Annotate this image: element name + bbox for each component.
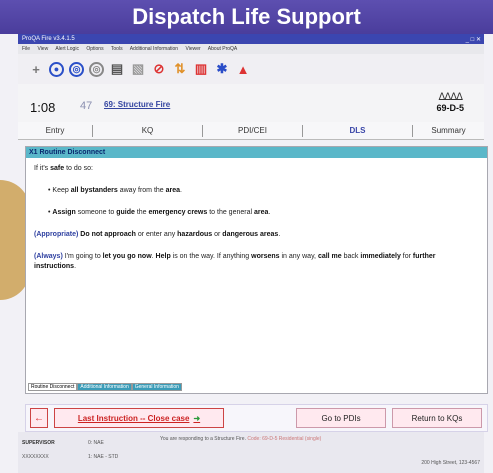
star-icon[interactable]: ✱ <box>214 61 230 77</box>
circle-gray2-icon[interactable]: ◎ <box>89 61 104 77</box>
elapsed-time: 1:08 <box>30 100 56 115</box>
circle-gray-icon[interactable]: ◎ <box>69 61 84 77</box>
tab-dls[interactable]: DLS <box>303 124 413 137</box>
menu-bar: File View Alert Logic Options Tools Addi… <box>18 44 484 54</box>
last-instruction-label: Last Instruction -- Close case <box>77 413 190 423</box>
transfer-icon[interactable]: ⇅ <box>172 61 188 77</box>
subtab-routine-disconnect[interactable]: Routine Disconnect <box>28 383 78 391</box>
chief-complaint-link[interactable]: 69: Structure Fire <box>104 100 170 109</box>
panel-header: X1 Routine Disconnect <box>26 147 487 158</box>
instruction-bullet-2: • Assign someone to guide the emergency … <box>48 209 271 216</box>
instruction-intro: If it's safe to do so: <box>34 165 93 172</box>
menu-file[interactable]: File <box>22 46 30 52</box>
tab-pdi-cei[interactable]: PDI/CEI <box>203 124 303 137</box>
status-bar: SUPERVISOR XXXXXXXX 0: NAE 1: NAE - STD … <box>18 432 484 473</box>
last-instruction-button[interactable]: Last Instruction -- Close case ➜ <box>54 408 224 428</box>
menu-tools[interactable]: Tools <box>111 46 123 52</box>
menu-alert-logic[interactable]: Alert Logic <box>55 46 79 52</box>
channel-1: 0: NAE <box>88 440 104 446</box>
subtab-general-info[interactable]: General Information <box>131 383 182 391</box>
determinant-level-icon: ᐃᐃᐃᐃ <box>438 92 463 103</box>
app-banner: Dispatch Life Support <box>0 0 493 34</box>
back-button[interactable]: ← <box>30 408 48 428</box>
flag-icon[interactable]: ▲ <box>235 61 251 77</box>
tab-kq[interactable]: KQ <box>93 124 203 137</box>
determinant-code: 69-D-5 <box>436 103 464 113</box>
address-text: 200 High Street, 123-4567 <box>421 460 480 466</box>
menu-about[interactable]: About ProQA <box>208 46 237 52</box>
tab-summary[interactable]: Summary <box>413 125 484 137</box>
document-icon[interactable]: ▤ <box>109 61 125 77</box>
window-titlebar: ProQA Fire v3.4.1.5 _ □ ✕ <box>18 34 484 44</box>
circle-blue-icon[interactable]: ● <box>49 61 64 77</box>
building-icon[interactable]: ▥ <box>193 61 209 77</box>
channel-2: 1: NAE - STD <box>88 454 119 460</box>
instruction-always: (Always) I'm going to let you go now. He… <box>34 253 436 270</box>
determinant-box: ᐃᐃᐃᐃ 69-D-5 <box>436 92 464 113</box>
user-id: XXXXXXXX <box>22 454 49 460</box>
menu-additional-info[interactable]: Additional Information <box>130 46 178 52</box>
action-bar: ← Last Instruction -- Close case ➜ Go to… <box>25 404 488 432</box>
panel-subtabs: Routine Disconnect Additional Informatio… <box>28 383 182 391</box>
arrow-right-icon: ➜ <box>193 413 201 423</box>
tab-entry[interactable]: Entry <box>18 124 93 137</box>
status-message: You are responding to a Structure Fire. … <box>160 436 322 442</box>
case-info-bar: 1:08 47 69: Structure Fire ᐃᐃᐃᐃ 69-D-5 <box>18 84 484 122</box>
instruction-appropriate: (Appropriate) Do not approach or enter a… <box>34 231 281 238</box>
plus-icon[interactable]: + <box>28 61 44 77</box>
window-title: ProQA Fire v3.4.1.5 <box>22 36 75 42</box>
main-tabs: Entry KQ PDI/CEI DLS Summary <box>18 122 484 140</box>
toolbar: + ● ◎ ◎ ▤ ▧ ⊘ ⇅ ▥ ✱ ▲ <box>18 54 484 84</box>
stop-icon[interactable]: ⊘ <box>151 61 167 77</box>
instruction-bullet-1: • Keep all bystanders away from the area… <box>48 187 182 194</box>
menu-options[interactable]: Options <box>86 46 103 52</box>
instructions-content: If it's safe to do so: • Keep all bystan… <box>26 158 487 290</box>
menu-viewer[interactable]: Viewer <box>185 46 200 52</box>
user-role: SUPERVISOR <box>22 440 55 446</box>
clipboard-icon[interactable]: ▧ <box>130 61 146 77</box>
case-number: 47 <box>80 100 93 112</box>
dls-panel: X1 Routine Disconnect If it's safe to do… <box>25 146 488 394</box>
return-to-kqs-button[interactable]: Return to KQs <box>392 408 482 428</box>
go-to-pdis-button[interactable]: Go to PDIs <box>296 408 386 428</box>
subtab-additional-info[interactable]: Additional Information <box>77 383 132 391</box>
menu-view[interactable]: View <box>37 46 48 52</box>
